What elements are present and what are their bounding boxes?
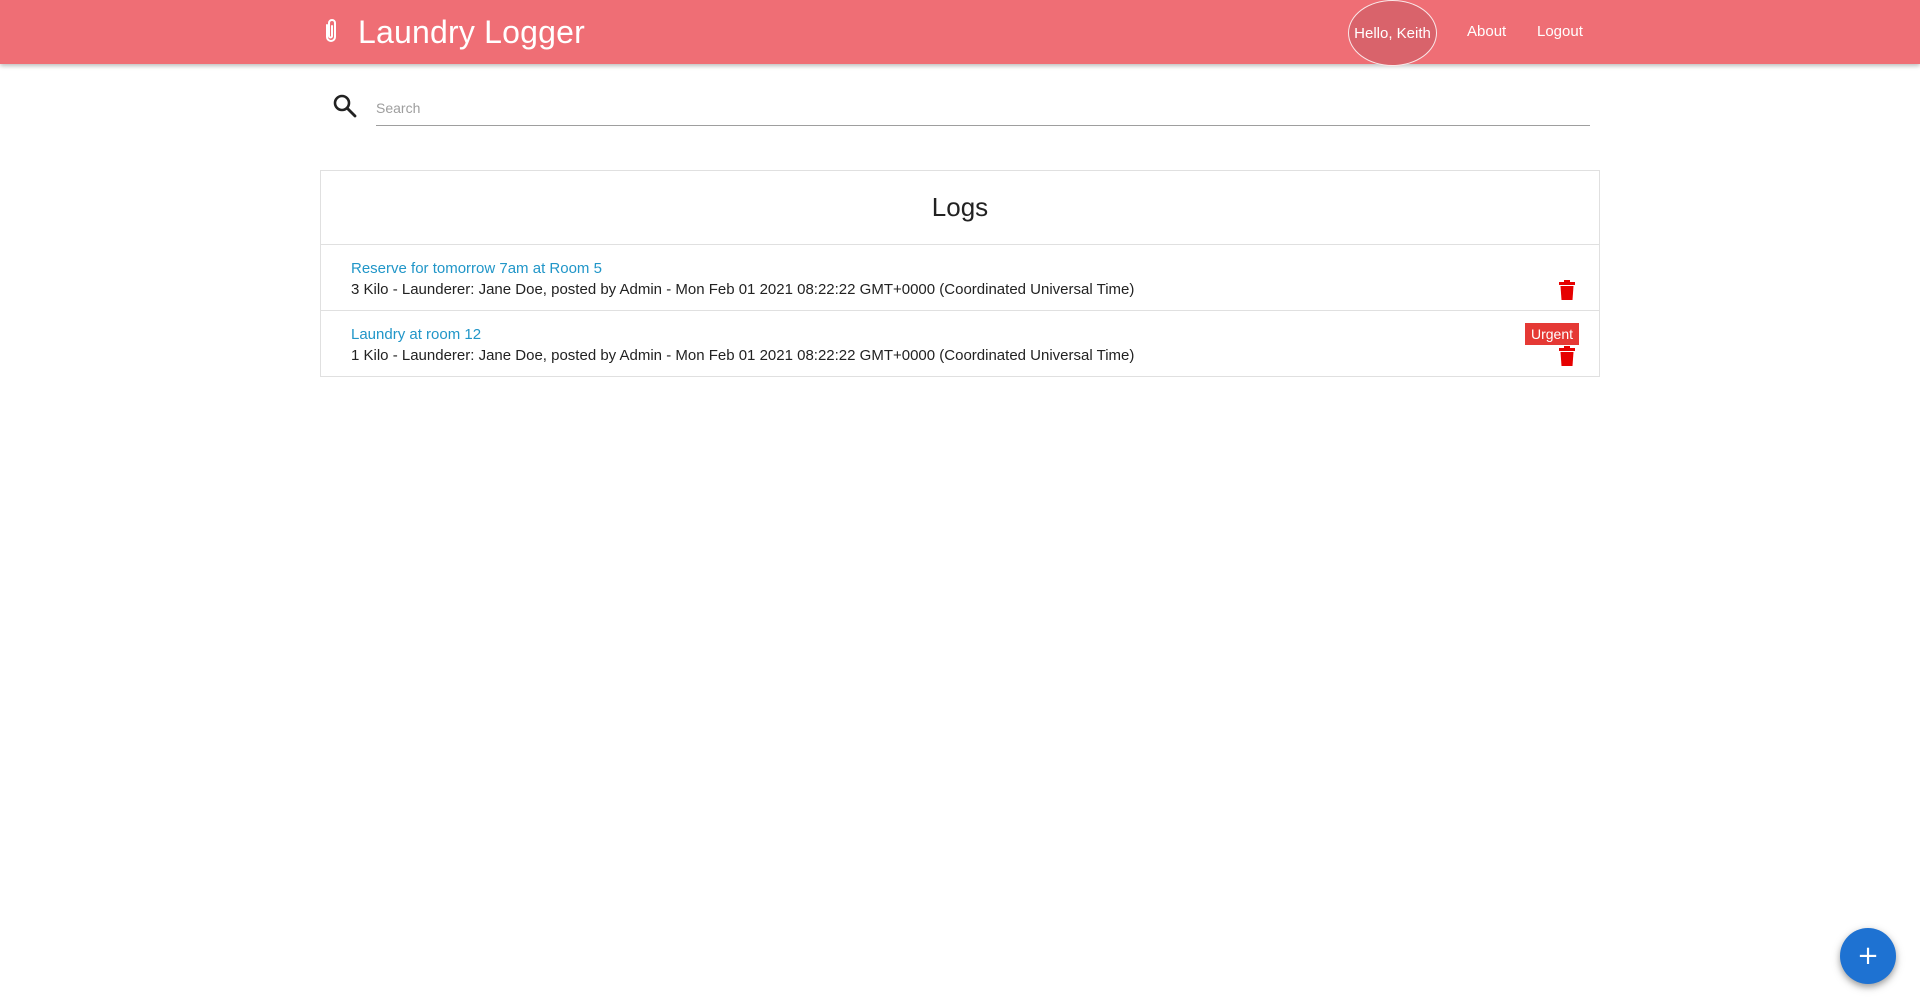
logs-heading: Logs xyxy=(321,171,1599,245)
log-details: 1 Kilo - Launderer: Jane Doe, posted by … xyxy=(351,347,1135,364)
paperclip-icon xyxy=(320,17,342,47)
plus-icon: + xyxy=(1857,941,1879,971)
log-list-item: Laundry at room 12 1 Kilo - Launderer: J… xyxy=(321,311,1599,376)
nav-logout-link[interactable]: Logout xyxy=(1537,0,1583,64)
user-greeting[interactable]: Hello, Keith xyxy=(1348,0,1437,66)
urgent-badge: Urgent xyxy=(1524,323,1579,345)
trash-icon[interactable] xyxy=(1559,280,1575,300)
log-details: 3 Kilo - Launderer: Jane Doe, posted by … xyxy=(351,281,1135,298)
top-navbar: Laundry Logger Hello, Keith About Logout xyxy=(0,0,1920,66)
search-input[interactable] xyxy=(376,90,1590,126)
search-icon xyxy=(332,93,358,119)
logs-card: Logs Reserve for tomorrow 7am at Room 5 … xyxy=(320,170,1600,377)
trash-icon[interactable] xyxy=(1559,346,1575,366)
add-log-button[interactable]: + xyxy=(1840,928,1896,984)
log-title-link[interactable]: Reserve for tomorrow 7am at Room 5 xyxy=(351,259,1569,279)
search-bar xyxy=(332,90,1590,130)
log-title-link[interactable]: Laundry at room 12 xyxy=(351,325,1569,345)
brand-link[interactable]: Laundry Logger xyxy=(320,0,585,64)
nav-about-link[interactable]: About xyxy=(1467,0,1506,64)
log-list-item: Reserve for tomorrow 7am at Room 5 3 Kil… xyxy=(321,245,1599,311)
app-title: Laundry Logger xyxy=(358,13,585,50)
